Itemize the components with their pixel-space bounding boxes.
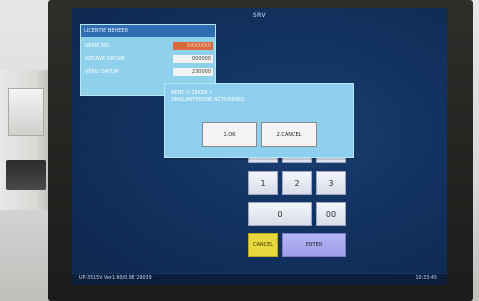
cancel-button[interactable]: 2.CANCEL [261,122,317,147]
pos-screen: SRV LICENTIE BEHEER SERIE NO XXXXXXX NIE… [72,8,447,285]
photo-background: SRV LICENTIE BEHEER SERIE NO XXXXXXX NIE… [0,0,479,301]
screen-title: SRV [252,12,267,19]
licence-row-expiry-date: VERV. DATUM 230000 [85,68,213,77]
status-time: 10:33:45 [415,276,437,281]
keypad-key-1[interactable]: 1 [248,171,278,195]
ok-button[interactable]: 1.OK [202,122,257,147]
left-device [0,70,52,210]
dialog-message: ONGLIMITEERDE ACTIVERING [171,97,245,103]
keypad-key-00[interactable]: 00 [316,202,346,226]
status-left-text: UP-3515V Ver1.60/0.9E 29039 [79,276,152,281]
licence-label: SERIE NO [85,43,109,49]
licence-label: NIEUWE DATUM [85,56,125,62]
cancel-key[interactable]: CANCEL [248,233,278,257]
licence-row-serial: SERIE NO XXXXXXX [85,42,213,51]
licence-value[interactable]: 230000 [173,68,213,76]
confirm-dialog: BENT U ZEKER ? ONGLIMITEERDE ACTIVERING … [164,83,354,158]
keypad-key-3[interactable]: 3 [316,171,346,195]
licence-row-new-date: NIEUWE DATUM 000000 [85,55,213,64]
keypad-key-2[interactable]: 2 [282,171,312,195]
dialog-question: BENT U ZEKER ? [171,90,212,96]
numeric-keypad: 1 2 3 0 00 CANCEL ENTER [248,153,348,263]
status-bar: UP-3515V Ver1.60/0.9E 29039 10:33:45 [72,273,447,285]
licence-header: LICENTIE BEHEER [81,25,215,37]
keypad-key-0[interactable]: 0 [248,202,312,226]
licence-value[interactable]: XXXXXXX [173,42,213,50]
device-slot [8,88,44,136]
enter-key[interactable]: ENTER [282,233,346,257]
licence-value[interactable]: 000000 [173,55,213,63]
licence-label: VERV. DATUM [85,69,119,75]
device-slot [6,160,46,190]
